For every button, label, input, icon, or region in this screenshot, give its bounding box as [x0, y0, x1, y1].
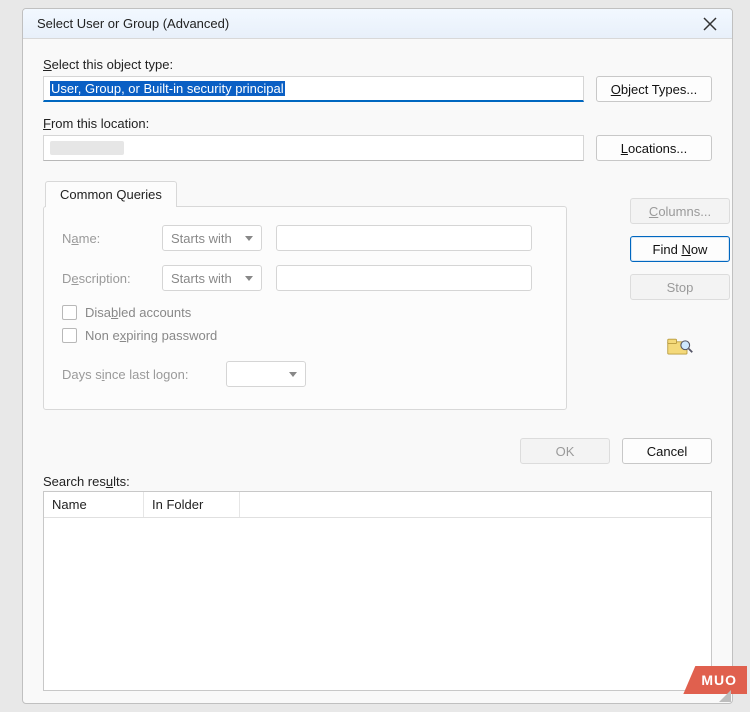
object-type-field[interactable]: User, Group, or Built-in security princi…	[43, 76, 584, 102]
location-field[interactable]	[43, 135, 584, 161]
ok-button[interactable]: OK	[520, 438, 610, 464]
days-since-select[interactable]	[226, 361, 306, 387]
titlebar[interactable]: Select User or Group (Advanced)	[23, 9, 732, 39]
name-match-select[interactable]: Starts with	[162, 225, 262, 251]
common-queries-tabbox: Common Queries Name: Starts with Descrip…	[43, 181, 712, 410]
locations-button[interactable]: Locations...	[596, 135, 712, 161]
checkbox-icon	[62, 328, 77, 343]
name-input[interactable]	[276, 225, 532, 251]
description-input[interactable]	[276, 265, 532, 291]
days-since-label: Days since last logon:	[62, 367, 212, 382]
object-types-button[interactable]: Object Types...	[596, 76, 712, 102]
object-type-value: User, Group, or Built-in security princi…	[50, 81, 285, 96]
folder-search-icon	[666, 336, 694, 358]
find-now-button[interactable]: Find Now	[630, 236, 730, 262]
side-actions: Columns... Find Now Stop	[630, 198, 730, 358]
window-title: Select User or Group (Advanced)	[37, 16, 229, 31]
search-results-grid[interactable]: Name In Folder	[43, 491, 712, 691]
tab-common-queries[interactable]: Common Queries	[45, 181, 177, 207]
location-value-redacted	[50, 141, 124, 155]
name-label: Name:	[62, 231, 148, 246]
location-label: From this location:	[43, 116, 712, 131]
dialog-window: Select User or Group (Advanced) Select t…	[22, 8, 733, 704]
columns-button[interactable]: Columns...	[630, 198, 730, 224]
checkbox-icon	[62, 305, 77, 320]
search-results-label: Search results:	[43, 474, 712, 489]
close-icon	[703, 17, 717, 31]
cancel-button[interactable]: Cancel	[622, 438, 712, 464]
grid-header: Name In Folder	[44, 492, 711, 518]
chevron-down-icon	[245, 276, 253, 281]
column-spacer	[240, 492, 711, 517]
chevron-down-icon	[289, 372, 297, 377]
object-type-label: Select this object type:	[43, 57, 712, 72]
dialog-body: Select this object type: User, Group, or…	[23, 39, 732, 703]
description-label: Description:	[62, 271, 148, 286]
disabled-accounts-checkbox[interactable]: Disabled accounts	[62, 305, 548, 320]
desc-match-select[interactable]: Starts with	[162, 265, 262, 291]
column-name[interactable]: Name	[44, 492, 144, 517]
non-expiring-checkbox[interactable]: Non expiring password	[62, 328, 548, 343]
common-queries-panel: Name: Starts with Description: Starts wi…	[43, 206, 567, 410]
resize-grip-icon[interactable]	[717, 688, 731, 702]
stop-button[interactable]: Stop	[630, 274, 730, 300]
column-in-folder[interactable]: In Folder	[144, 492, 240, 517]
footer-buttons: OK Cancel	[43, 438, 712, 464]
chevron-down-icon	[245, 236, 253, 241]
close-button[interactable]	[696, 10, 724, 38]
